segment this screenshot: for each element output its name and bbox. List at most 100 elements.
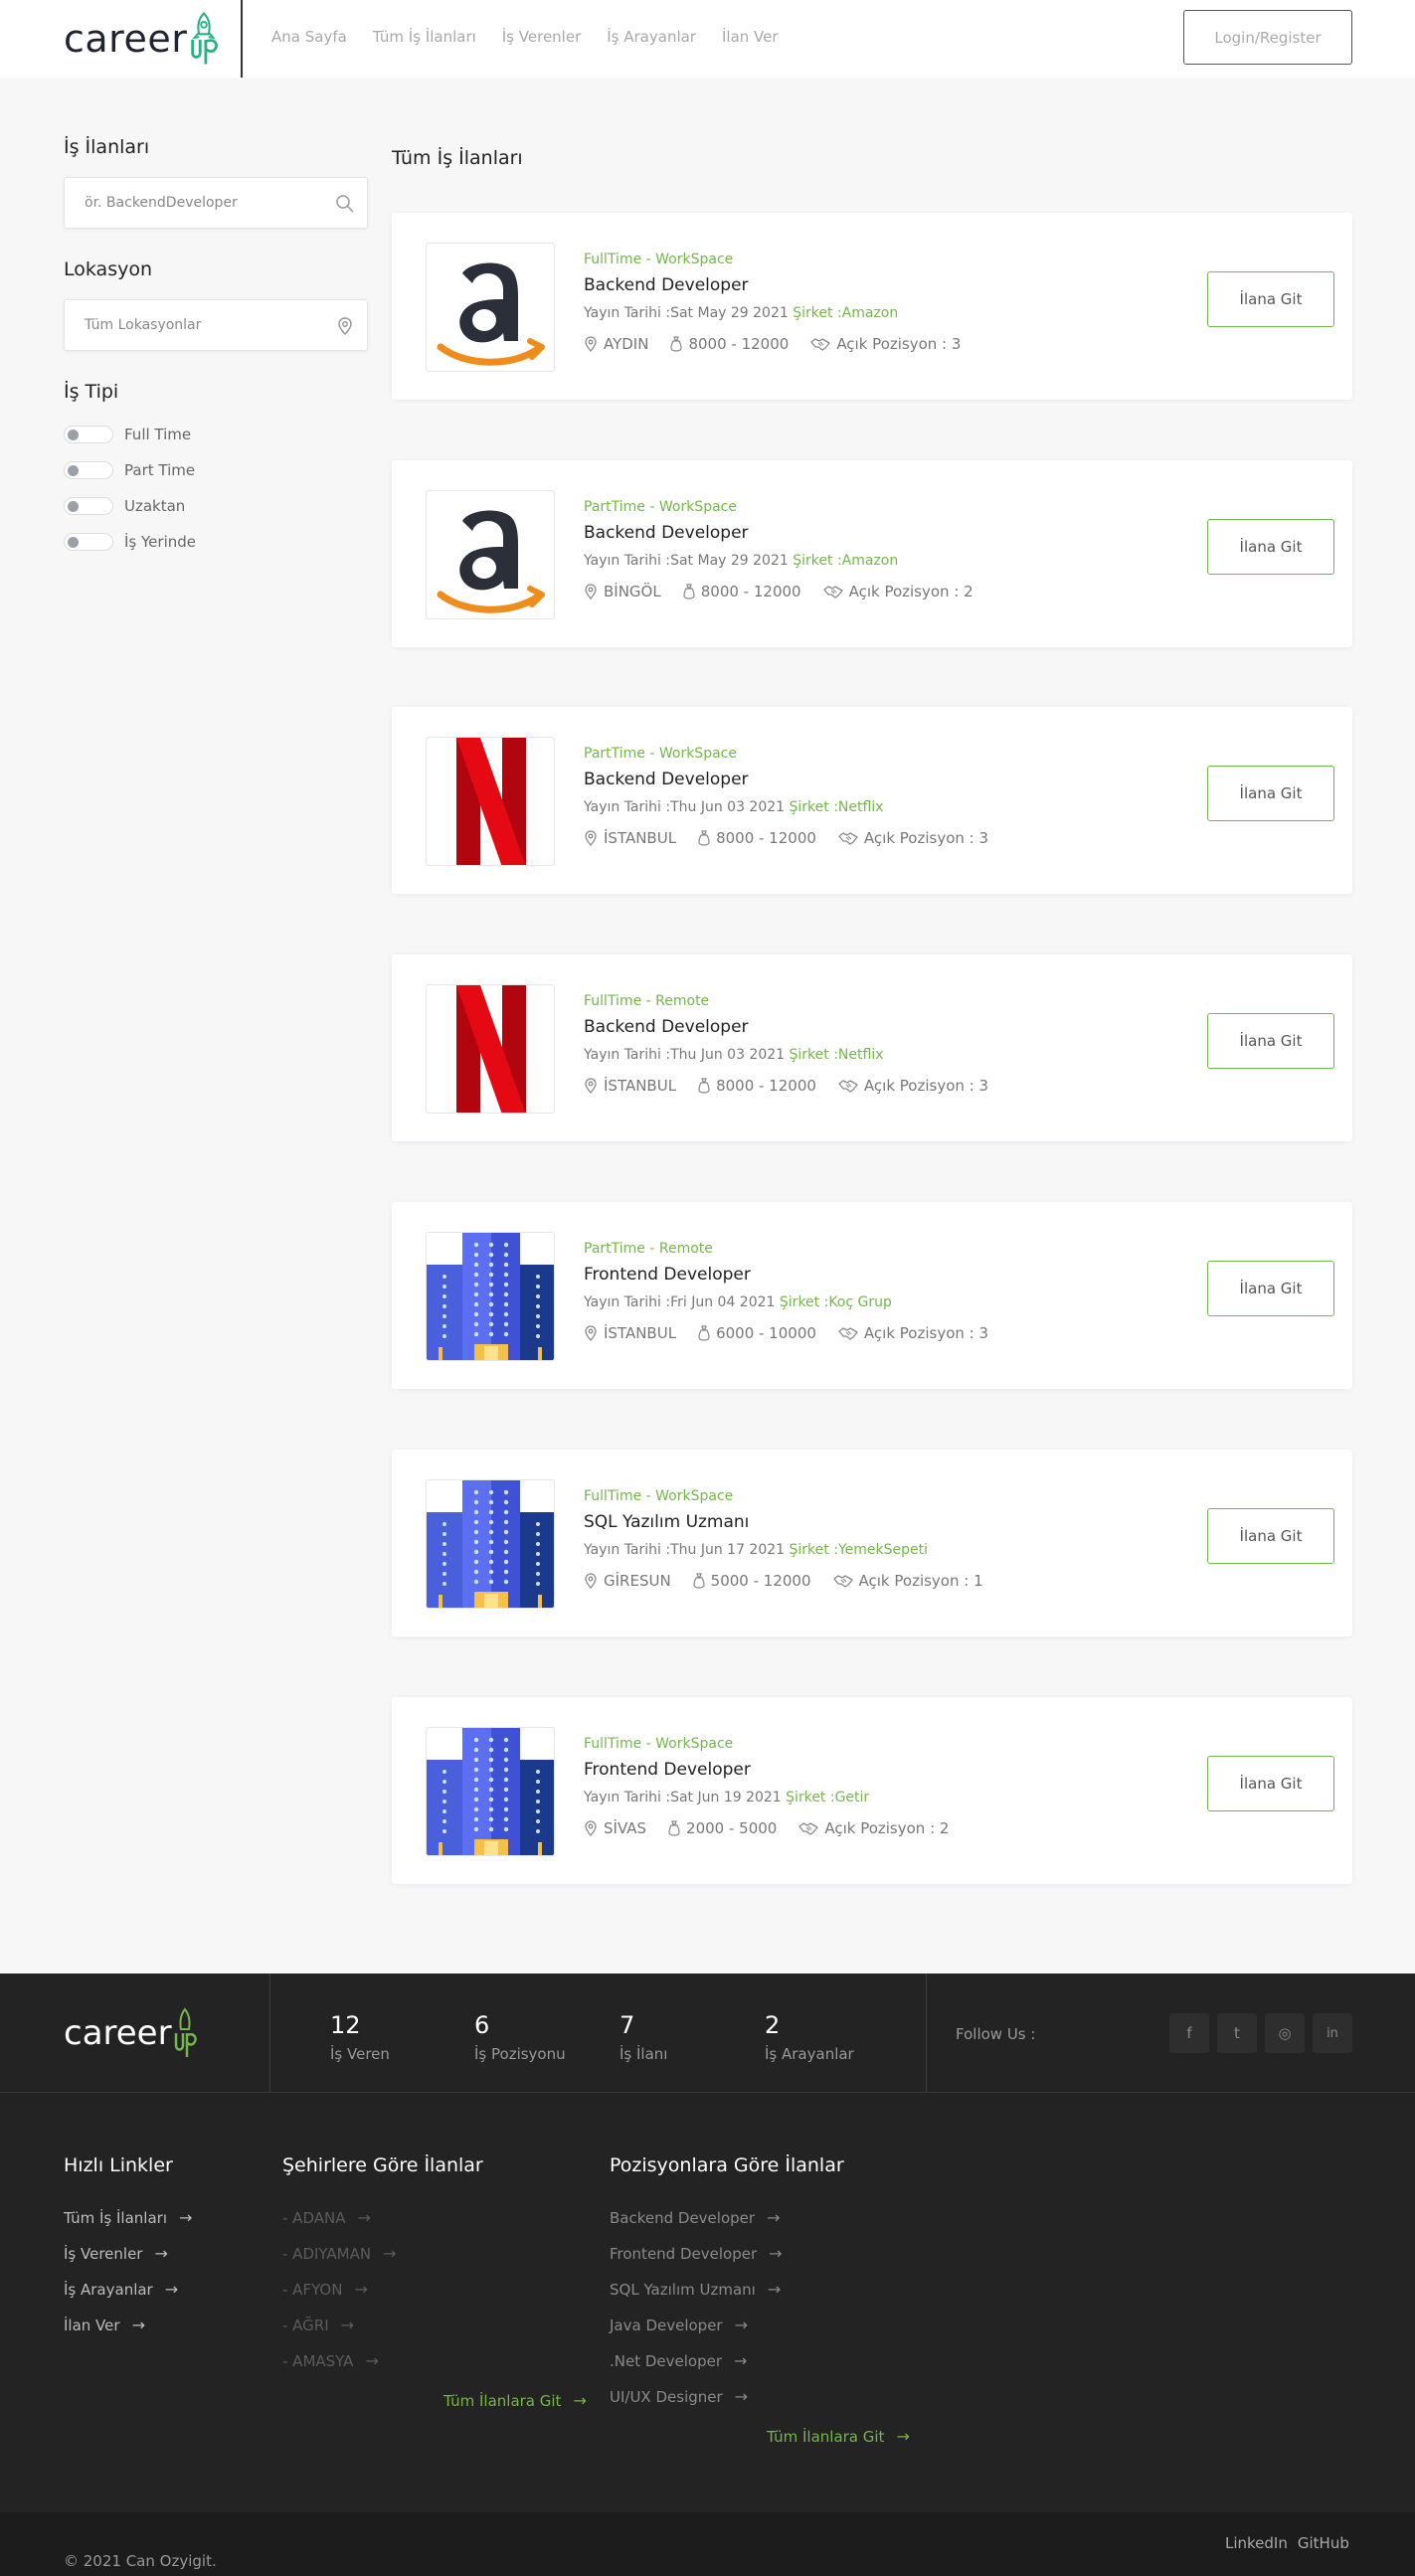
job-positions: Açık Pozisyon : 3	[838, 1077, 988, 1095]
arrow-right-icon: →	[178, 2208, 193, 2227]
money-icon	[698, 1325, 710, 1341]
footer-link-text: Tüm İlanlara Git	[443, 2391, 562, 2410]
footer-link-text: İş Verenler	[64, 2244, 143, 2263]
linkedin-link[interactable]: LinkedIn	[1225, 2534, 1288, 2552]
toggle-switch[interactable]	[64, 461, 113, 479]
job-title[interactable]: Frontend Developer	[584, 1265, 751, 1285]
job-salary: 8000 - 12000	[698, 1077, 816, 1095]
top-header: career Ana Sayfa Tüm İş İlanları İş Vere…	[0, 0, 1415, 78]
quick-link[interactable]: İlan Ver →	[64, 2316, 145, 2334]
money-icon	[693, 1573, 705, 1589]
go-to-listing-button[interactable]: İlana Git	[1207, 1508, 1334, 1564]
position-link[interactable]: UI/UX Designer →	[610, 2387, 748, 2406]
city-link[interactable]: - ADIYAMAN →	[282, 2244, 397, 2263]
github-link[interactable]: GitHub	[1298, 2534, 1349, 2552]
city-link[interactable]: - AFYON →	[282, 2280, 368, 2299]
nav-post-job[interactable]: İlan Ver	[722, 28, 779, 46]
position-all-link[interactable]: Tüm İlanlara Git →	[767, 2427, 910, 2446]
positions-text: Açık Pozisyon : 2	[848, 583, 973, 601]
location-pin-icon	[585, 1078, 597, 1094]
go-to-listing-button[interactable]: İlana Git	[1207, 766, 1334, 821]
go-to-listing-button[interactable]: İlana Git	[1207, 1756, 1334, 1811]
job-type: FullTime - Remote	[584, 993, 710, 1009]
city-links-title: Şehirlere Göre İlanlar	[282, 2154, 483, 2176]
job-card: PartTime - WorkSpace Backend Developer Yay…	[392, 707, 1352, 894]
job-positions: Açık Pozisyon : 1	[832, 1572, 983, 1590]
job-title[interactable]: Backend Developer	[584, 1017, 749, 1037]
money-icon	[670, 336, 683, 352]
nav-all-jobs[interactable]: Tüm İş İlanları	[373, 28, 476, 46]
job-type: PartTime - WorkSpace	[584, 499, 737, 515]
position-link[interactable]: .Net Developer →	[610, 2351, 747, 2370]
go-to-listing-button[interactable]: İlana Git	[1207, 1013, 1334, 1069]
building-logo-icon	[427, 1728, 554, 1855]
toggle-part-time[interactable]: Part Time	[64, 461, 195, 479]
facebook-icon[interactable]: f	[1169, 2013, 1209, 2053]
company-name[interactable]: Şirket :YemekSepeti	[790, 1542, 928, 1558]
search-icon	[336, 195, 354, 213]
arrow-right-icon: →	[131, 2316, 145, 2334]
city-link[interactable]: - ADANA →	[282, 2208, 371, 2227]
login-register-button[interactable]: Login/Register	[1183, 10, 1352, 65]
city-text: İSTANBUL	[604, 1324, 677, 1342]
company-name[interactable]: Şirket :Netflix	[790, 1047, 884, 1063]
quick-link[interactable]: İş Arayanlar →	[64, 2280, 178, 2299]
toggle-switch[interactable]	[64, 533, 113, 551]
company-name[interactable]: Şirket :Getir	[786, 1790, 869, 1805]
footer-divider	[269, 1974, 270, 2093]
company-logo	[426, 737, 555, 866]
brand-logo[interactable]: career	[64, 10, 221, 68]
search-input[interactable]: ör. BackendDeveloper	[64, 177, 368, 229]
job-title[interactable]: Backend Developer	[584, 770, 749, 789]
toggle-label: Uzaktan	[124, 497, 186, 515]
toggle-full-time[interactable]: Full Time	[64, 426, 191, 443]
position-link[interactable]: Frontend Developer →	[610, 2244, 783, 2263]
job-title[interactable]: Backend Developer	[584, 523, 749, 543]
footer-logo[interactable]: career	[64, 2007, 198, 2059]
city-all-link[interactable]: Tüm İlanlara Git →	[443, 2391, 587, 2410]
footer-link-text: - AFYON	[282, 2280, 343, 2299]
city-text: BİNGÖL	[604, 583, 661, 601]
job-card: PartTime - WorkSpace Backend Developer Yay…	[392, 460, 1352, 647]
go-to-listing-button[interactable]: İlana Git	[1207, 1261, 1334, 1316]
nav-home[interactable]: Ana Sayfa	[271, 28, 347, 46]
job-card: FullTime - WorkSpace Backend Developer Yay…	[392, 213, 1352, 400]
city-link[interactable]: - AĞRI →	[282, 2316, 354, 2334]
job-date-company: Yayın Tarihi :Fri Jun 04 2021 Şirket :Ko…	[584, 1294, 892, 1310]
handshake-icon	[822, 586, 843, 599]
go-to-listing-button[interactable]: İlana Git	[1207, 271, 1334, 327]
toggle-switch[interactable]	[64, 426, 113, 443]
nav-employers[interactable]: İş Verenler	[502, 28, 581, 46]
company-name[interactable]: Şirket :Netflix	[790, 799, 884, 815]
company-name[interactable]: Şirket :Amazon	[793, 553, 898, 569]
footer-link-text: - AĞRI	[282, 2316, 329, 2334]
quick-link[interactable]: Tüm İş İlanları →	[64, 2208, 192, 2227]
publish-date: Yayın Tarihi :Thu Jun 03 2021	[584, 799, 786, 815]
job-title[interactable]: SQL Yazılım Uzmanı	[584, 1512, 749, 1532]
toggle-switch[interactable]	[64, 497, 113, 515]
arrow-right-icon: →	[357, 2208, 371, 2227]
instagram-icon[interactable]: ◎	[1265, 2013, 1305, 2053]
quick-link[interactable]: İş Verenler →	[64, 2244, 168, 2263]
job-type: PartTime - Remote	[584, 1241, 713, 1257]
position-link[interactable]: Backend Developer →	[610, 2208, 780, 2227]
publish-date: Yayın Tarihi :Thu Jun 17 2021	[584, 1542, 786, 1558]
location-input[interactable]: Tüm Lokasyonlar	[64, 299, 368, 351]
twitter-icon[interactable]: t	[1217, 2013, 1257, 2053]
city-link[interactable]: - AMASYA →	[282, 2351, 379, 2370]
position-link[interactable]: Java Developer →	[610, 2316, 748, 2334]
footer-bottom-bar: © 2021 Can Ozyigit. LinkedIn GitHub	[0, 2512, 1415, 2576]
go-to-listing-button[interactable]: İlana Git	[1207, 519, 1334, 575]
company-name[interactable]: Şirket :Koç Grup	[780, 1294, 892, 1310]
location-pin-icon	[585, 830, 597, 846]
position-link[interactable]: SQL Yazılım Uzmanı →	[610, 2280, 781, 2299]
job-title[interactable]: Backend Developer	[584, 275, 749, 295]
nav-job-seekers[interactable]: İş Arayanlar	[607, 28, 696, 46]
job-title[interactable]: Frontend Developer	[584, 1760, 751, 1780]
toggle-onsite[interactable]: İş Yerinde	[64, 533, 196, 551]
job-card: FullTime - WorkSpace SQL Yazılım Uzmanı Ya…	[392, 1450, 1352, 1636]
company-name[interactable]: Şirket :Amazon	[793, 305, 898, 321]
footer-link-text: .Net Developer	[610, 2351, 723, 2370]
linkedin-icon[interactable]: in	[1313, 2013, 1352, 2053]
toggle-remote[interactable]: Uzaktan	[64, 497, 185, 515]
